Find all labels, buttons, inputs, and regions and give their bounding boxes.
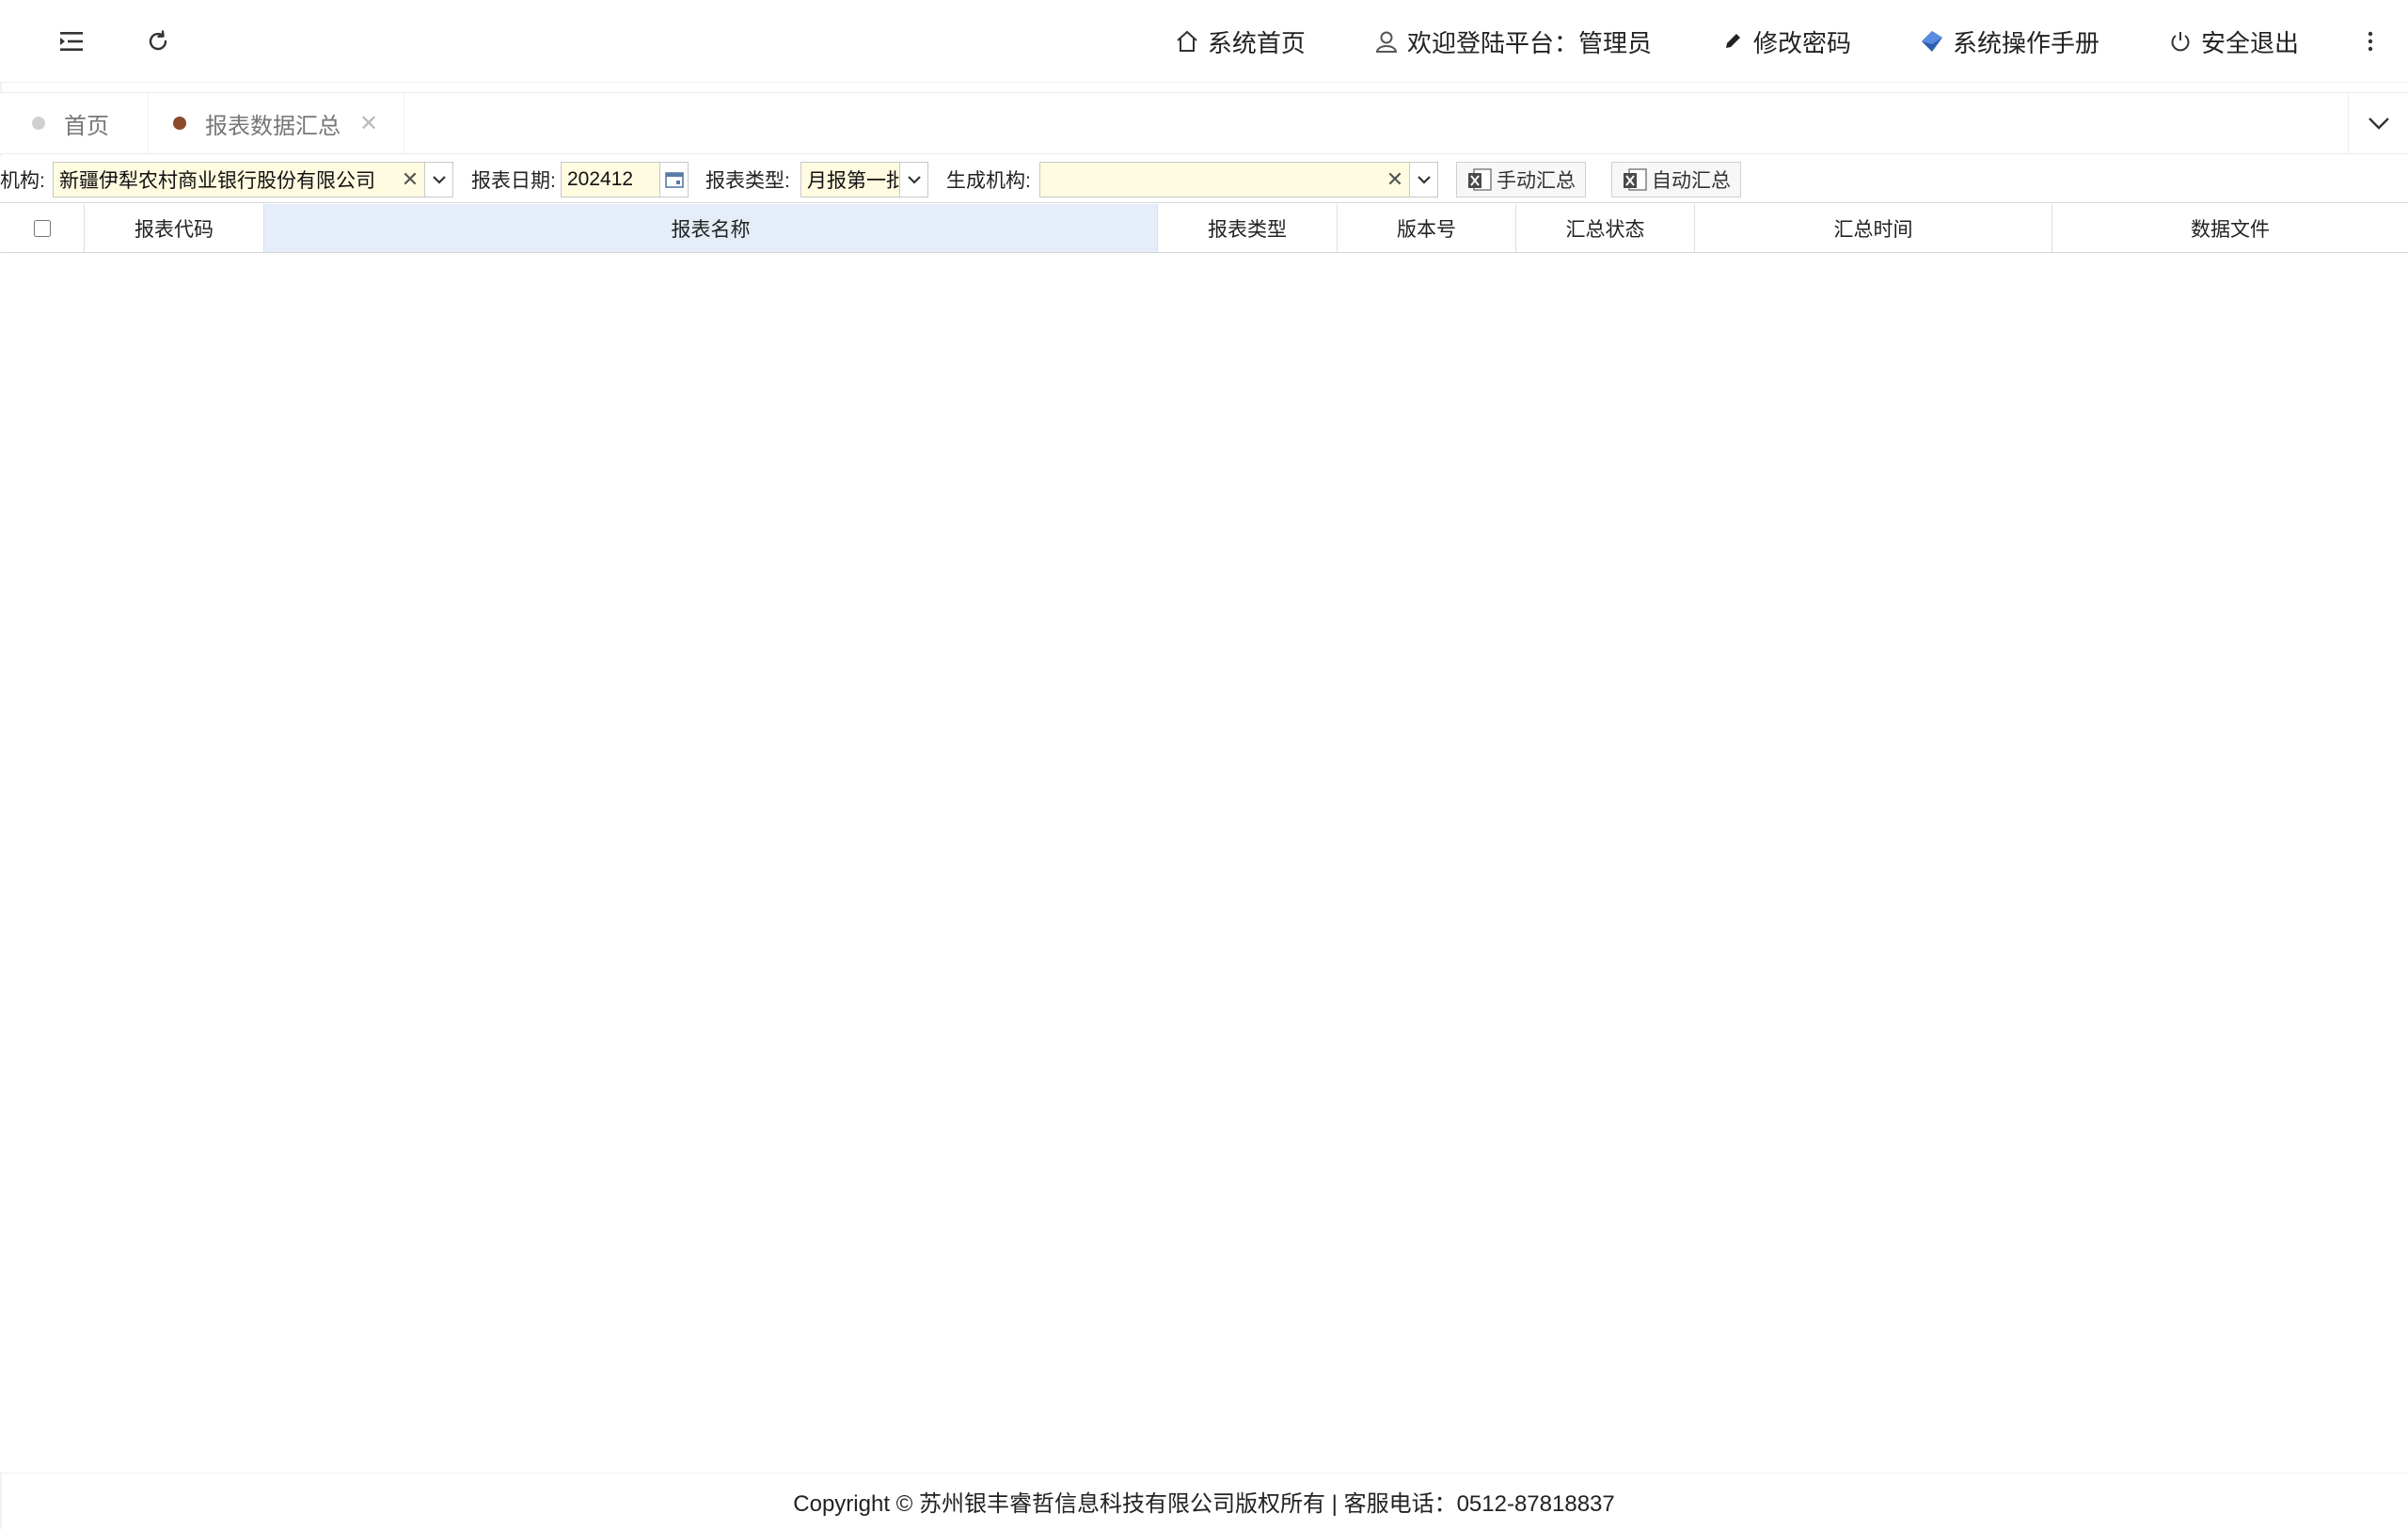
user-icon [1373, 28, 1400, 55]
tabs-bar: 首页 报表数据汇总 ✕ [0, 92, 2408, 154]
org-label: 机构: [0, 170, 45, 192]
report-type-value: 月报第一批 [807, 170, 899, 192]
col-data-file[interactable]: 数据文件 [2052, 204, 2408, 252]
date-input[interactable]: 202412 [561, 162, 689, 197]
nav-home-label: 系统首页 [1207, 29, 1306, 58]
tab-report-summary-label: 报表数据汇总 [205, 112, 341, 139]
select-all-checkbox-cell[interactable] [0, 204, 85, 252]
header-nav: 系统首页 欢迎登陆平台：管理员 修改密码 系统操作手册 安全退出 [1140, 0, 2408, 83]
manual-summary-button[interactable]: 手动汇总 [1456, 162, 1586, 197]
nav-logout[interactable]: 安全退出 [2133, 0, 2333, 83]
chevron-down-icon[interactable] [899, 163, 927, 197]
nav-home[interactable]: 系统首页 [1140, 0, 1339, 83]
auto-summary-button[interactable]: 自动汇总 [1611, 162, 1741, 197]
manual-summary-label: 手动汇总 [1497, 170, 1576, 192]
tabs-dropdown-icon[interactable] [2348, 93, 2408, 153]
tab-home[interactable]: 首页 [0, 93, 149, 153]
nav-change-password[interactable]: 修改密码 [1686, 0, 1885, 83]
report-type-select[interactable]: 月报第一批 [800, 162, 928, 197]
org-value: 新疆伊犁农村商业银行股份有限公司 [59, 170, 375, 192]
clear-icon[interactable]: ✕ [1381, 167, 1409, 192]
select-all-checkbox[interactable] [33, 219, 51, 237]
menu-toggle-icon[interactable] [53, 23, 90, 60]
gen-org-label: 生成机构: [946, 170, 1031, 192]
excel-icon [1622, 166, 1648, 193]
col-summary-time[interactable]: 汇总时间 [1695, 204, 2052, 252]
app-root: 系统首页 欢迎登陆平台：管理员 修改密码 系统操作手册 安全退出 首页 报表数据… [0, 0, 2408, 1529]
chevron-down-icon[interactable] [424, 163, 452, 197]
tab-status-dot [32, 117, 45, 130]
date-label: 报表日期: [471, 170, 556, 192]
pencil-icon [1719, 28, 1746, 55]
table-body [0, 254, 2408, 1472]
home-icon [1174, 28, 1200, 55]
power-icon [2167, 28, 2194, 55]
date-value: 202412 [567, 168, 634, 190]
chevron-down-icon[interactable] [1409, 163, 1437, 197]
filter-toolbar: 机构: 新疆伊犁农村商业银行股份有限公司 ✕ 报表日期: 202412 报表类型… [0, 156, 2408, 203]
col-report-name[interactable]: 报表名称 [264, 204, 1158, 252]
more-icon[interactable] [2333, 0, 2408, 83]
col-summary-status[interactable]: 汇总状态 [1516, 204, 1695, 252]
tab-home-label: 首页 [64, 112, 109, 139]
tab-close-icon[interactable]: ✕ [359, 110, 378, 136]
col-report-type[interactable]: 报表类型 [1158, 204, 1338, 252]
calendar-icon[interactable] [659, 163, 688, 197]
nav-manual[interactable]: 系统操作手册 [1885, 0, 2133, 83]
tab-status-dot [173, 117, 186, 130]
gen-org-select[interactable]: ✕ [1039, 162, 1438, 197]
col-version[interactable]: 版本号 [1338, 204, 1516, 252]
nav-manual-label: 系统操作手册 [1952, 29, 2099, 58]
clear-icon[interactable]: ✕ [396, 167, 424, 192]
refresh-icon[interactable] [139, 23, 177, 60]
org-select[interactable]: 新疆伊犁农村商业银行股份有限公司 ✕ [53, 162, 453, 197]
auto-summary-label: 自动汇总 [1652, 170, 1731, 192]
nav-logout-label: 安全退出 [2200, 29, 2299, 58]
nav-welcome-label: 欢迎登陆平台：管理员 [1406, 29, 1652, 58]
book-icon [1919, 28, 1945, 55]
col-report-code[interactable]: 报表代码 [85, 204, 264, 252]
report-type-label: 报表类型: [705, 170, 790, 192]
excel-icon [1466, 166, 1493, 193]
table-header: 报表代码 报表名称 报表类型 版本号 汇总状态 汇总时间 数据文件 [0, 204, 2408, 253]
nav-change-password-label: 修改密码 [1752, 29, 1851, 58]
footer-copyright: Copyright © 苏州银丰睿哲信息科技有限公司版权所有 | 客服电话：05… [0, 1473, 2408, 1529]
nav-welcome[interactable]: 欢迎登陆平台：管理员 [1339, 0, 1686, 83]
tab-report-summary[interactable]: 报表数据汇总 ✕ [149, 93, 404, 153]
top-header: 系统首页 欢迎登陆平台：管理员 修改密码 系统操作手册 安全退出 [0, 0, 2408, 83]
